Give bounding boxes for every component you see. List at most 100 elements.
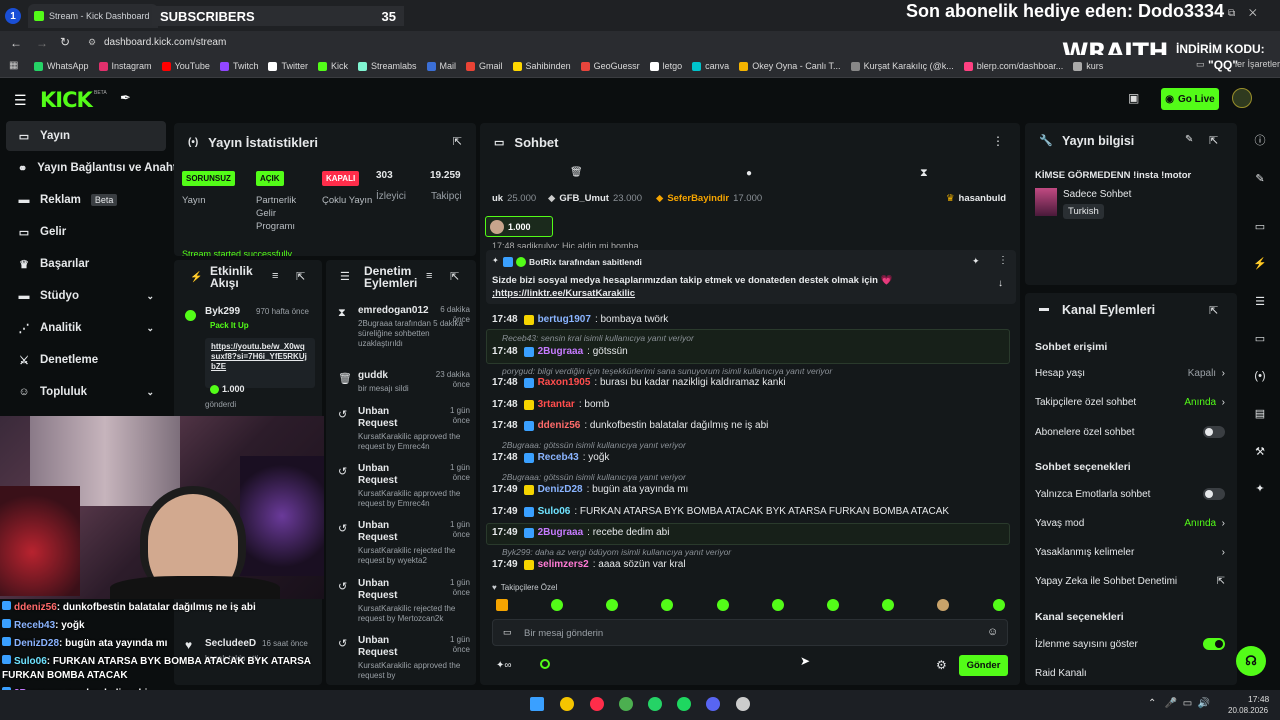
sidebar-item-yay-n[interactable]: ▭ Yayın — [6, 121, 166, 151]
emote-icon[interactable] — [717, 599, 729, 611]
hammer-icon[interactable]: ⚒ — [1240, 443, 1280, 459]
chat-username[interactable]: bertug1907 — [538, 314, 591, 325]
sidebar-item-topluluk[interactable]: ☺ Topluluk ⌄ — [6, 377, 166, 407]
leaderboard-entry[interactable]: uk 25.000 — [492, 193, 536, 204]
settings-icon[interactable]: ⚙ — [936, 658, 947, 672]
opera-icon[interactable] — [590, 697, 604, 711]
emote-icon[interactable] — [827, 599, 839, 611]
pin-icon[interactable]: ✒ — [120, 90, 131, 106]
emote-icon[interactable] — [882, 599, 894, 611]
more-icon[interactable]: ⋮ — [992, 134, 1004, 148]
chat-username[interactable]: DenizD28 — [538, 484, 583, 495]
apps-grid-icon[interactable]: ▦ — [9, 60, 18, 71]
forward-icon[interactable]: → — [36, 36, 48, 50]
chrome-icon[interactable] — [619, 697, 633, 711]
trash-icon[interactable]: 🗑 — [570, 167, 583, 178]
activity-link[interactable]: https://youtu.be/w_X0wqsuxf8?si=7H6i_YfE… — [211, 342, 309, 372]
chat-username[interactable]: Sulo06 — [538, 506, 571, 517]
discord-icon[interactable] — [706, 697, 720, 711]
file-explorer-icon[interactable] — [560, 697, 574, 711]
menu-icon[interactable]: ☰ — [14, 92, 27, 109]
slow-mode-row[interactable]: Yavaş mod Anında › — [1035, 518, 1225, 529]
emote-icon[interactable] — [937, 599, 949, 611]
bookmark-item[interactable]: Kurşat Karakılıç (@k... — [850, 61, 954, 71]
share-icon[interactable]: ✦ — [1240, 480, 1280, 496]
chat-username[interactable]: Receb43 — [538, 452, 579, 463]
expand-down-icon[interactable]: ↓ — [998, 278, 1003, 289]
gift-pill[interactable]: 1.000 — [485, 216, 553, 237]
screen-icon[interactable]: ▣ — [1128, 91, 1139, 105]
hourglass-icon[interactable]: ⧗ — [920, 167, 928, 180]
sidebar-item-st-dyo[interactable]: ▬ Stüdyo ⌄ — [6, 281, 166, 311]
filter-icon[interactable]: ≡ — [426, 270, 432, 282]
site-info-icon[interactable]: ⚙ — [88, 37, 96, 48]
bookmark-item[interactable]: Sahibinden — [512, 61, 571, 71]
info-icon[interactable]: ⓘ — [1240, 132, 1280, 148]
bookmark-item[interactable]: kurs — [1073, 61, 1103, 71]
hype-icon[interactable]: ✦∞ — [496, 660, 512, 671]
unpin-icon[interactable]: ✦ — [972, 256, 980, 267]
lightning-icon[interactable]: ⚡ — [1240, 255, 1280, 271]
sidebar-item-analitik[interactable]: ⋰ Analitik ⌄ — [6, 313, 166, 343]
pinned-link[interactable]: ;https://linktr.ee/KursatKarakilic — [492, 288, 635, 299]
emote-icon[interactable] — [661, 599, 673, 611]
bookmark-item[interactable]: YouTube — [161, 61, 210, 71]
bookmark-item[interactable]: letgo — [649, 61, 682, 71]
edit-icon[interactable]: ✎ — [1240, 170, 1280, 186]
bookmark-item[interactable]: Kick — [317, 61, 348, 71]
account-age-row[interactable]: Hesap yaşı Kapalı › — [1035, 368, 1225, 379]
popout-icon[interactable]: ⇱ — [450, 270, 459, 283]
bookmark-item[interactable]: blerp.com/dashboar... — [963, 61, 1063, 71]
bookmark-item[interactable]: Twitch — [219, 61, 258, 71]
chat-username[interactable]: 3rtantar — [538, 399, 575, 410]
chat-input[interactable]: ▭ Bir mesaj gönderin ☺ — [492, 619, 1008, 646]
whatsapp-icon[interactable] — [648, 697, 662, 711]
sidebar-item-reklam[interactable]: ▬ Reklam Beta — [6, 185, 166, 215]
reload-icon[interactable]: ↻ — [60, 35, 70, 49]
emote-only-row[interactable]: Yalnızca Emotlarla sohbet — [1035, 488, 1225, 500]
show-viewers-toggle[interactable] — [1203, 638, 1225, 650]
chat-username[interactable]: Raxon1905 — [538, 377, 591, 388]
more-icon[interactable]: ⋮ — [998, 255, 1008, 266]
bookmark-item[interactable]: Mail — [426, 61, 456, 71]
sidebar-item-yay-n-ba-lant-s--ve-anahtar[interactable]: ⚭ Yayın Bağlantısı ve Anahtar — [6, 153, 188, 183]
chat-username[interactable]: 2Bugraaa — [538, 527, 584, 538]
list-icon[interactable]: ☰ — [1240, 293, 1280, 309]
broadcast-icon[interactable]: (•) — [1240, 368, 1280, 384]
back-icon[interactable]: ← — [10, 36, 22, 50]
profile-badge[interactable]: 1 — [5, 8, 21, 24]
leaderboard-entry[interactable]: ♛ hasanbuld — [946, 193, 1010, 204]
kick-coin-icon[interactable] — [540, 659, 550, 669]
windows-start-icon[interactable] — [530, 697, 544, 711]
leaderboard-entry[interactable]: ◆ GFB_Umut 23.000 — [548, 193, 642, 204]
chat-icon[interactable]: ▭ — [1240, 330, 1280, 346]
bookmark-item[interactable]: Gmail — [466, 61, 503, 71]
emote-icon[interactable] — [551, 599, 563, 611]
emote-only-toggle[interactable] — [1203, 488, 1225, 500]
bookmark-item[interactable]: GeoGuessr — [580, 61, 640, 71]
bookmark-item[interactable]: Streamlabs — [357, 61, 417, 71]
bookmark-item[interactable]: Okey Oyna - Canlı T... — [739, 61, 841, 71]
popout-icon[interactable]: ⇱ — [296, 270, 305, 283]
followers-chat-row[interactable]: Takipçilere özel sohbet Anında › — [1035, 397, 1225, 408]
sidebar-item-denetleme[interactable]: ⚔ Denetleme — [6, 345, 166, 375]
bookmark-item[interactable]: WhatsApp — [34, 61, 89, 71]
obs-icon[interactable] — [736, 697, 750, 711]
emote-icon[interactable] — [496, 599, 508, 611]
raid-channel[interactable]: Raid Kanalı — [1035, 668, 1087, 679]
support-chat-button[interactable]: ☊ — [1236, 646, 1266, 676]
panel-icon[interactable]: ▤ — [1240, 405, 1280, 421]
browser-tab[interactable]: Stream - Kick Dashboard — [28, 4, 158, 28]
popout-icon[interactable]: ⇱ — [1209, 134, 1218, 147]
subs-chat-row[interactable]: Abonelere özel sohbet — [1035, 426, 1225, 438]
sidebar-item-ba-ar-lar[interactable]: ♛ Başarılar — [6, 249, 166, 279]
filter-icon[interactable]: ≡ — [272, 270, 278, 282]
popout-icon[interactable]: ⇱ — [453, 135, 462, 148]
chat-username[interactable]: ddeniz56 — [538, 420, 581, 431]
tray-icons[interactable]: ⌃ 🎤 ▭ 🔊 — [1148, 698, 1210, 709]
url-field[interactable]: dashboard.kick.com/stream — [104, 37, 226, 48]
avatar[interactable] — [1232, 88, 1252, 108]
ai-mod-row[interactable]: Yapay Zeka ile Sohbet Denetimi ⇱ — [1035, 576, 1225, 587]
bookmark-item[interactable]: Twitter — [268, 61, 308, 71]
edit-icon[interactable]: ✎ — [1185, 134, 1193, 145]
